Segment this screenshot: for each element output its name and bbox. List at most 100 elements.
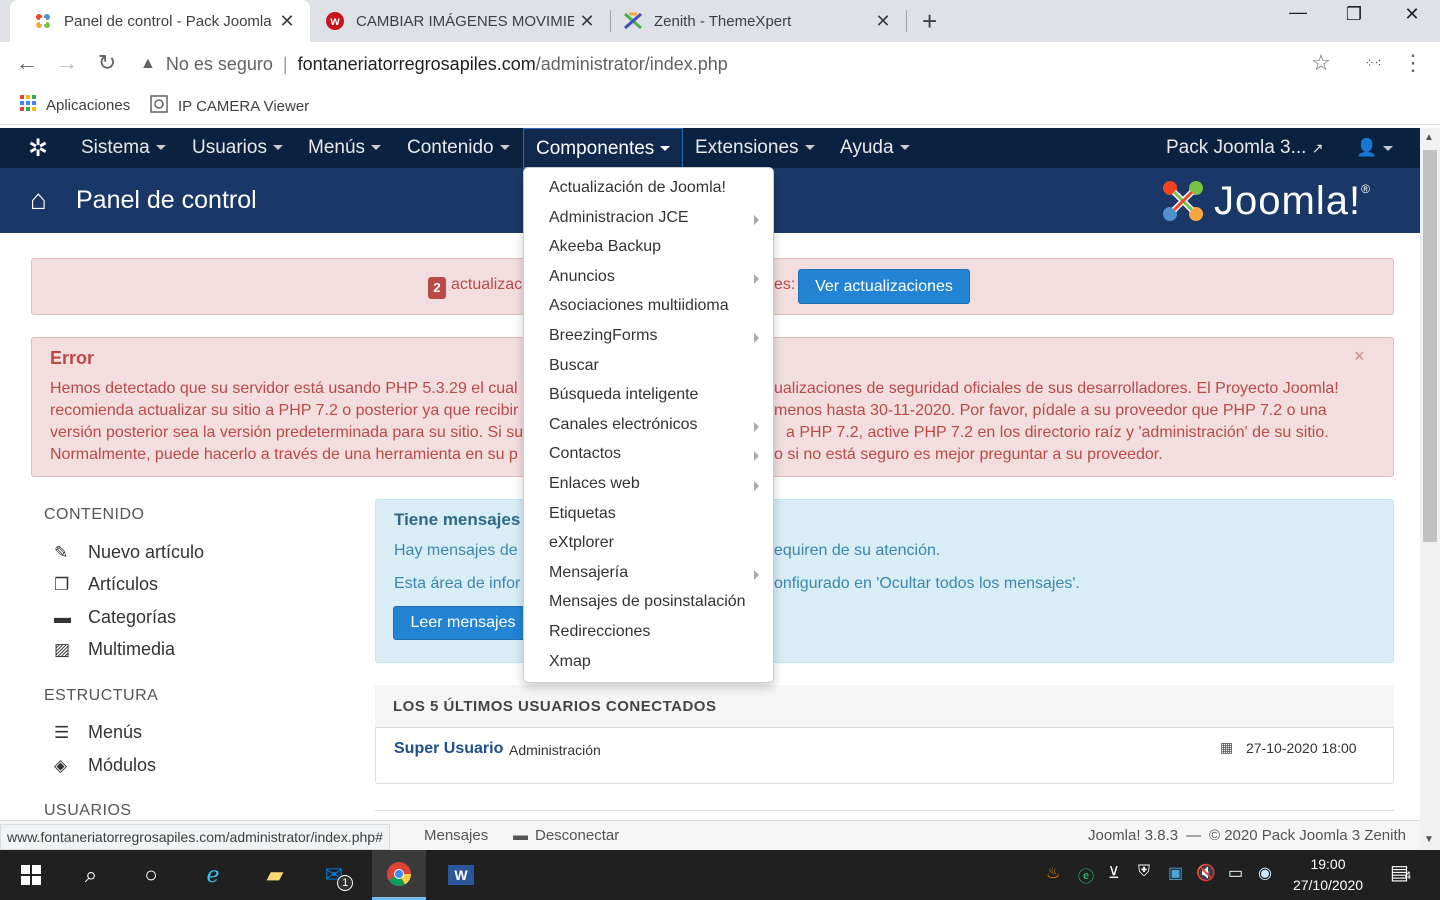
dropdown-item[interactable]: Mensajería	[549, 564, 628, 582]
mail-icon[interactable]: ✉ 1	[312, 850, 366, 900]
messages-title: Tiene mensajes	[394, 510, 521, 529]
messages-line: Esta área de infor	[394, 575, 521, 592]
user-role: Administración	[509, 742, 601, 758]
submenu-arrow-icon	[754, 274, 759, 284]
menu-extensiones[interactable]: Extensiones	[695, 128, 815, 168]
sidebar-heading-usuarios: USUARIOS	[44, 802, 132, 819]
menu-menus[interactable]: Menús	[308, 128, 382, 168]
error-line: versión posterior sea la versión predete…	[50, 424, 524, 441]
menu-sistema[interactable]: Sistema	[81, 128, 166, 168]
warning-triangle-icon: ▲	[140, 55, 156, 72]
sidebar-item-nuevo-articulo[interactable]: ✎ Nuevo artículo	[54, 542, 204, 563]
back-arrow-icon[interactable]: ←	[12, 50, 42, 76]
joomla-icon	[34, 12, 52, 30]
notifications-icon[interactable]: ▤4	[1390, 860, 1411, 885]
dropdown-item[interactable]: Etiquetas	[549, 505, 616, 523]
pencil-icon: ✎	[54, 542, 69, 562]
extension-icon[interactable]: ⁘⁖	[1358, 56, 1388, 70]
maximize-icon[interactable]: ❐	[1334, 4, 1374, 25]
e-tray-icon[interactable]: ⓔ	[1078, 863, 1094, 887]
tab-zenith[interactable]: Zenith - ThemeXpert ✕	[610, 0, 906, 42]
scroll-down-icon[interactable]: ▼	[1424, 834, 1434, 845]
bookmark-label: IP CAMERA Viewer	[178, 97, 310, 115]
dropdown-item[interactable]: Akeeba Backup	[549, 238, 661, 256]
cube-icon: ◈	[54, 755, 68, 775]
system-clock[interactable]: 19:00 27/10/2020	[1290, 854, 1366, 896]
dropdown-item[interactable]: Mensajes de posinstalación	[549, 593, 746, 611]
dropdown-item[interactable]: Anuncios	[549, 268, 615, 286]
cortana-icon[interactable]: ○	[124, 850, 178, 900]
close-tab-icon[interactable]: ✕	[574, 11, 600, 32]
close-icon[interactable]: ×	[1354, 346, 1365, 367]
messages-line: onfigurado en 'Ocultar todos los mensaje…	[774, 575, 1080, 592]
vpn-tray-icon[interactable]: ◉	[1258, 863, 1272, 883]
chrome-icon[interactable]	[372, 850, 426, 900]
dropdown-item[interactable]: Actualización de Joomla!	[549, 179, 726, 197]
menu-ayuda[interactable]: Ayuda	[840, 128, 910, 168]
site-link[interactable]: Pack Joomla 3... ↗	[1166, 128, 1323, 168]
user-menu[interactable]: 👤	[1356, 128, 1394, 168]
dropdown-item[interactable]: Búsqueda inteligente	[549, 386, 698, 404]
joomla-icon[interactable]: ✲	[28, 134, 48, 163]
menu-componentes[interactable]: Componentes	[523, 128, 684, 168]
dropdown-item[interactable]: Administracion JCE	[549, 209, 689, 227]
menu-kebab-icon[interactable]: ⋮	[1398, 50, 1428, 76]
menu-contenido[interactable]: Contenido	[407, 128, 510, 168]
tab-panel-de-control[interactable]: Panel de control - Pack Joomla 3 ✕	[10, 0, 310, 42]
forward-arrow-icon[interactable]: →	[52, 50, 82, 76]
bookmark-apps[interactable]: Aplicaciones	[20, 95, 130, 115]
dropdown-item[interactable]: Asociaciones multiidioma	[549, 297, 729, 315]
network-app-tray-icon[interactable]: ▣	[1168, 863, 1183, 883]
reload-icon[interactable]: ↻	[92, 50, 122, 76]
security-tray-icon[interactable]: ⛨	[1138, 863, 1150, 881]
user-name-link[interactable]: Super Usuario	[394, 740, 503, 758]
submenu-arrow-icon	[754, 333, 759, 343]
scroll-thumb[interactable]	[1423, 150, 1437, 542]
footer-copyright: © 2020 Pack Joomla 3 Zenith	[1209, 827, 1406, 844]
list-icon: ☰	[54, 722, 70, 742]
sidebar-item-categorias[interactable]: ▬ Categorías	[54, 607, 176, 628]
dropdown-item[interactable]: Contactos	[549, 445, 621, 463]
dropdown-item[interactable]: Redirecciones	[549, 623, 650, 641]
volume-muted-icon[interactable]: 🔇	[1196, 863, 1216, 883]
file-explorer-icon[interactable]: ▰	[248, 850, 302, 900]
close-tab-icon[interactable]: ✕	[274, 11, 300, 32]
view-updates-button[interactable]: Ver actualizaciones	[798, 269, 970, 304]
dropdown-item[interactable]: Buscar	[549, 357, 599, 375]
close-window-icon[interactable]: ✕	[1392, 4, 1432, 25]
menu-usuarios[interactable]: Usuarios	[192, 128, 283, 168]
tab-cambiar-imagenes[interactable]: w CAMBIAR IMÁGENES MOVIMIEN ✕	[310, 0, 610, 42]
footer-messages-link[interactable]: Mensajes	[424, 827, 488, 844]
dropdown-item[interactable]: Xmap	[549, 653, 591, 671]
bookmarks-bar: Aplicaciones IP CAMERA Viewer	[0, 87, 1440, 125]
close-tab-icon[interactable]: ✕	[870, 11, 896, 32]
page-scrollbar[interactable]: ▲ ▼	[1420, 128, 1440, 850]
sidebar-item-modulos[interactable]: ◈ Módulos	[54, 755, 156, 776]
new-tab-button[interactable]: +	[922, 6, 937, 37]
address-bar[interactable]: ▲ No es seguro | fontaneriatorregrosapil…	[140, 44, 728, 84]
edge-icon[interactable]: ℯ	[186, 850, 240, 900]
dropdown-item[interactable]: Canales electrónicos	[549, 416, 698, 434]
user-login-date: 27-10-2020 18:00	[1246, 740, 1357, 756]
sidebar-item-articulos[interactable]: ❐ Artículos	[54, 574, 158, 595]
dropdown-item[interactable]: eXtplorer	[549, 534, 614, 552]
joomla-brand-logo: Joomla! ®	[1160, 178, 1370, 224]
windows-start-icon[interactable]	[4, 850, 58, 900]
dropdown-item[interactable]: Enlaces web	[549, 475, 640, 493]
dropdown-item[interactable]: BreezingForms	[549, 327, 657, 345]
calendar-icon: ▦	[1220, 739, 1234, 755]
display-tray-icon[interactable]: ▭	[1228, 863, 1243, 883]
search-icon[interactable]: ⌕	[64, 850, 118, 900]
sidebar-item-menus[interactable]: ☰ Menús	[54, 722, 142, 743]
minimize-icon[interactable]: —	[1278, 2, 1318, 23]
java-tray-icon[interactable]: ♨	[1046, 863, 1060, 883]
scroll-up-icon[interactable]: ▲	[1424, 132, 1434, 143]
v-tray-icon[interactable]: ⊻	[1108, 863, 1120, 883]
sidebar-item-multimedia[interactable]: ▨ Multimedia	[54, 639, 175, 660]
word-icon[interactable]: W	[434, 850, 488, 900]
read-messages-button[interactable]: Leer mensajes	[393, 606, 533, 640]
submenu-arrow-icon	[754, 481, 759, 491]
star-icon[interactable]: ☆	[1306, 50, 1336, 76]
footer-logout-link[interactable]: Desconectar	[535, 827, 619, 844]
bookmark-ip-camera[interactable]: IP CAMERA Viewer	[150, 95, 309, 117]
